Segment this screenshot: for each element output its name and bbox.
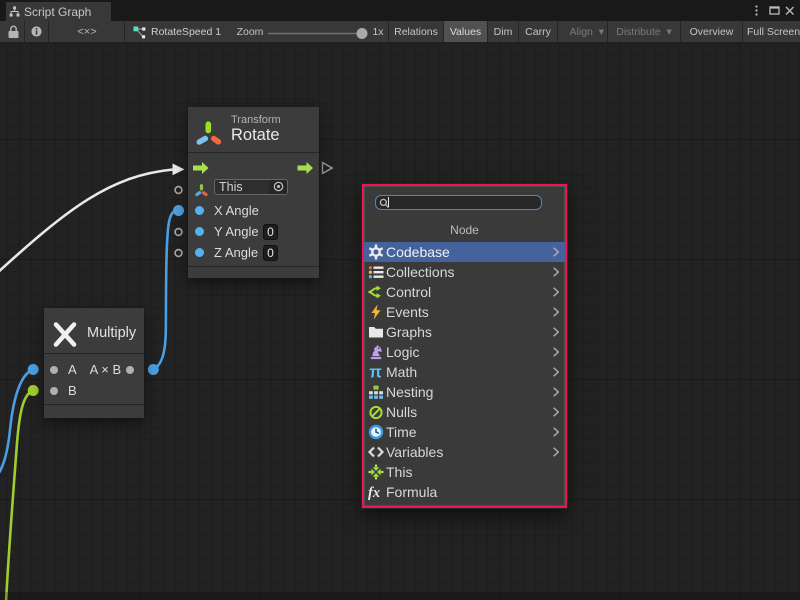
svg-text:π: π	[369, 364, 382, 380]
svg-text:fx: fx	[368, 485, 380, 500]
